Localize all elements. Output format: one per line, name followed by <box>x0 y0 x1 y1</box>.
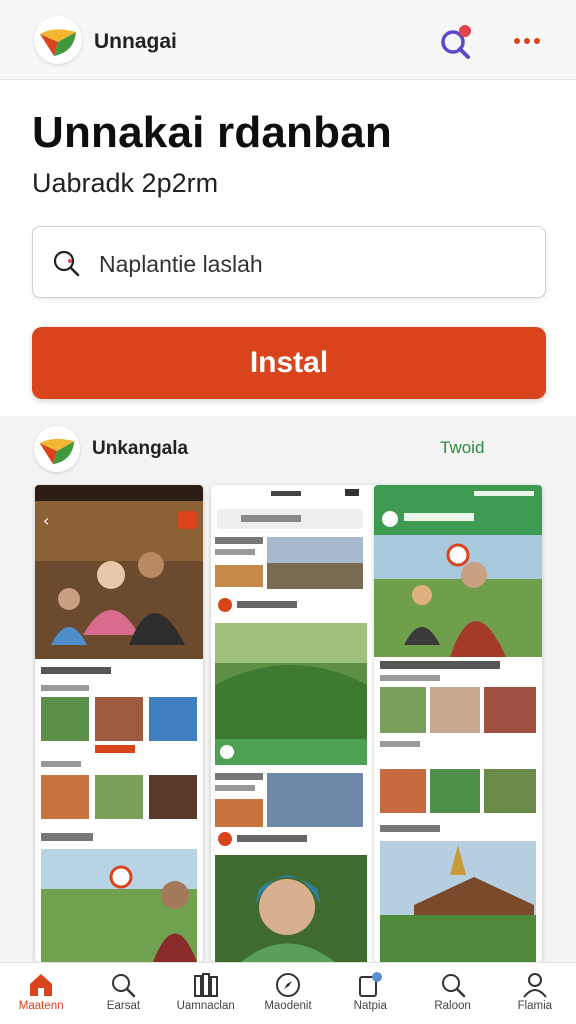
books-icon <box>193 973 218 997</box>
nav-label-search: Earsat <box>106 1000 141 1012</box>
screenshot-3[interactable] <box>374 485 542 962</box>
more-dots-icon[interactable] <box>510 26 544 56</box>
app-subtitle: Uabradk 2p2rm <box>32 168 219 198</box>
nav-item-notifications[interactable]: Natpia <box>329 963 411 1024</box>
search-people-icon[interactable] <box>436 22 476 62</box>
nav-item-home[interactable]: Maatenn <box>0 963 82 1024</box>
nav-label-notifications: Natpia <box>353 1000 387 1012</box>
nav-item-library[interactable]: Uamnaclan <box>165 963 247 1024</box>
app-name: Unnagai <box>94 30 177 53</box>
search-icon <box>112 974 136 998</box>
app-title: Unnakai rdanban <box>32 108 392 157</box>
nav-label-home: Maatenn <box>18 1000 64 1012</box>
developer-link[interactable]: Twoid <box>440 438 484 458</box>
search-input[interactable]: Naplantie laslah <box>32 226 546 298</box>
nav-label-explore: Maodenit <box>264 1000 312 1012</box>
person-icon <box>523 973 547 998</box>
nav-item-explore[interactable]: Maodenit <box>247 963 329 1024</box>
screenshot-1[interactable]: ‹ <box>35 485 203 962</box>
home-icon <box>30 974 53 996</box>
install-button[interactable]: Instal <box>32 327 546 399</box>
nav-item-search[interactable]: Earsat <box>82 963 164 1024</box>
nav-label-library: Uamnaclan <box>176 1000 235 1012</box>
top-app-bar: Unnagai <box>0 0 576 80</box>
screenshot-gallery: Unkangala Twoid ‹ <box>0 416 576 962</box>
developer-logo-icon <box>34 426 80 472</box>
search-icon <box>51 247 83 279</box>
svg-text:‹: ‹ <box>43 511 49 530</box>
app-logo-icon <box>34 16 82 64</box>
bottom-navigation: Maatenn Earsat Uamnaclan Maodenit Natpia <box>0 962 576 1024</box>
nav-item-search-2[interactable]: Raloon <box>411 963 493 1024</box>
notification-icon <box>359 972 383 997</box>
screenshot-2[interactable] <box>211 485 379 962</box>
developer-name: Unkangala <box>92 438 189 459</box>
compass-icon <box>275 973 300 997</box>
nav-label-search-2: Raloon <box>434 1000 471 1012</box>
search-placeholder: Naplantie laslah <box>99 251 263 277</box>
search-icon <box>441 974 465 998</box>
nav-item-profile[interactable]: Flamia <box>494 963 576 1024</box>
nav-label-profile: Flamia <box>517 1000 553 1012</box>
